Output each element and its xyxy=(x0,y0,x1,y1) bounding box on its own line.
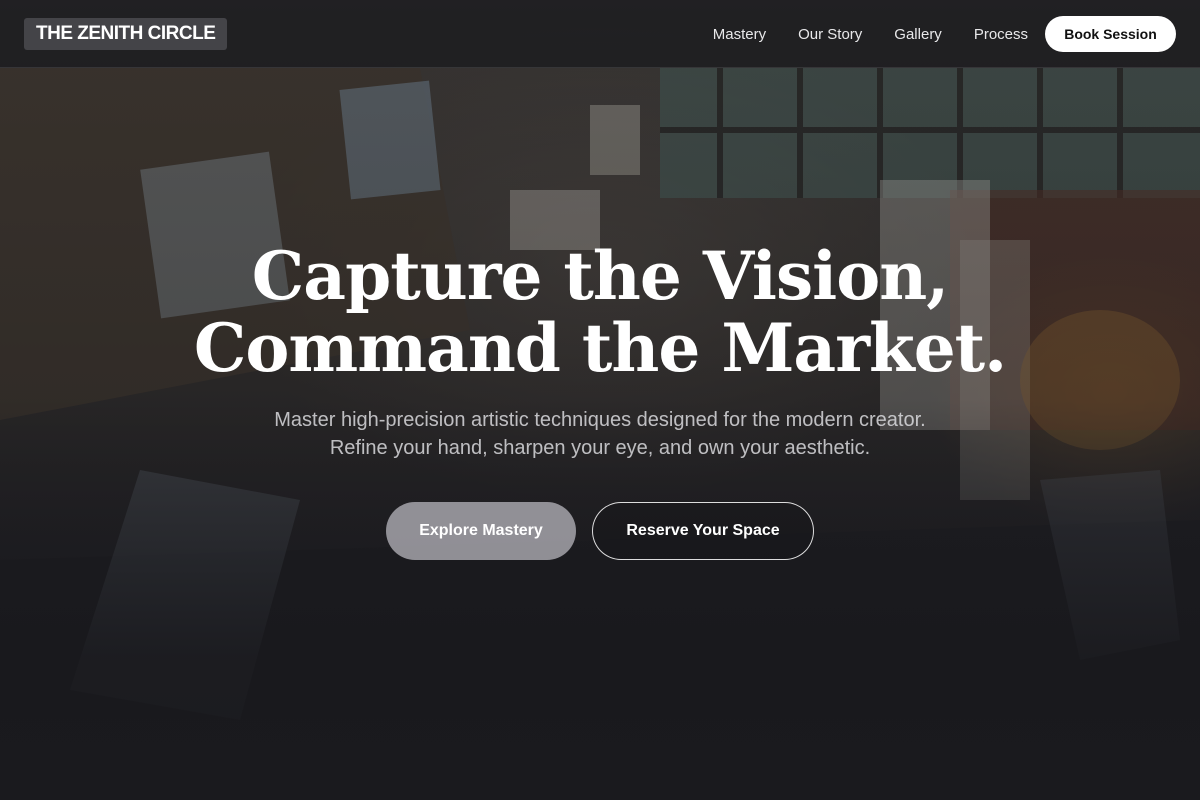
hero-content: Capture the Vision, Command the Market. … xyxy=(0,240,1200,560)
nav-link-our-story[interactable]: Our Story xyxy=(798,26,862,43)
navbar: THE ZENITH CIRCLE Mastery Our Story Gall… xyxy=(0,0,1200,68)
nav-link-mastery[interactable]: Mastery xyxy=(713,26,766,43)
nav-link-process[interactable]: Process xyxy=(974,26,1028,43)
brand-logo[interactable]: THE ZENITH CIRCLE xyxy=(24,18,228,50)
explore-mastery-button[interactable]: Explore Mastery xyxy=(386,502,576,560)
hero-subtitle: Master high-precision artistic technique… xyxy=(274,409,926,459)
page: THE ZENITH CIRCLE Mastery Our Story Gall… xyxy=(0,0,1200,800)
hero-headline-line-2: Command the Market. xyxy=(193,309,1007,387)
hero-headline-line-1: Capture the Vision, xyxy=(251,237,949,315)
hero-cta-row: Explore Mastery Reserve Your Space xyxy=(0,502,1200,560)
nav-link-gallery[interactable]: Gallery xyxy=(894,26,942,43)
hero-headline: Capture the Vision, Command the Market. xyxy=(0,240,1200,384)
nav-links: Mastery Our Story Gallery Process xyxy=(713,0,1028,68)
reserve-space-button[interactable]: Reserve Your Space xyxy=(592,502,814,560)
book-session-button[interactable]: Book Session xyxy=(1045,16,1176,52)
